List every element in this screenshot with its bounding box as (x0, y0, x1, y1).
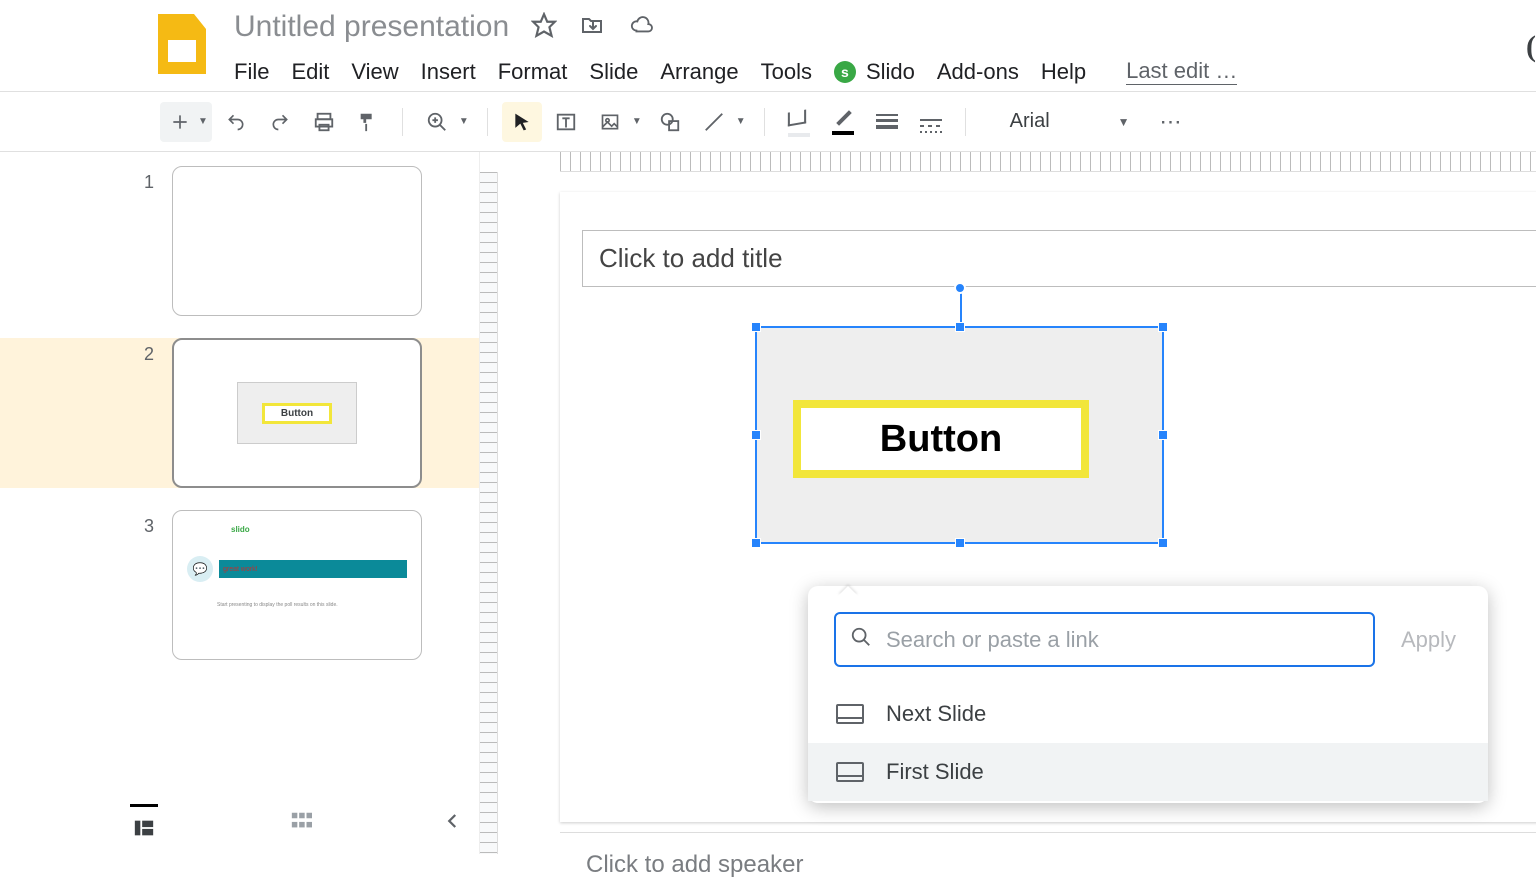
font-picker[interactable]: Arial ▼ (998, 110, 1146, 133)
more-tools-button[interactable]: ⋯ (1160, 109, 1184, 135)
font-name: Arial (1010, 110, 1050, 133)
resize-handle[interactable] (751, 538, 761, 548)
toolbar: ▼ ▼ ▼ ▼ Arial ▼ ⋯ (0, 92, 1536, 152)
menu-edit[interactable]: Edit (291, 59, 329, 85)
filmstrip-view-button[interactable] (130, 804, 158, 844)
menu-file[interactable]: File (234, 59, 269, 85)
thumb-slido-label: slido (231, 525, 407, 534)
menu-view[interactable]: View (351, 59, 398, 85)
search-icon (850, 626, 872, 653)
resize-handle[interactable] (1158, 430, 1168, 440)
chevron-down-icon[interactable]: ▼ (198, 116, 208, 127)
resize-handle[interactable] (1158, 322, 1168, 332)
cloud-status-icon[interactable] (627, 14, 655, 41)
thumb-button-label: Button (262, 403, 332, 424)
border-dash-button[interactable] (911, 102, 951, 142)
paint-format-button[interactable] (348, 102, 388, 142)
chevron-down-icon: ▼ (1118, 115, 1130, 129)
menu-tools[interactable]: Tools (761, 59, 812, 85)
chevron-down-icon[interactable]: ▼ (632, 116, 642, 127)
resize-handle[interactable] (751, 322, 761, 332)
selected-shape[interactable]: Button (755, 326, 1164, 544)
move-folder-icon[interactable] (579, 13, 605, 42)
border-color-button[interactable] (823, 102, 863, 142)
thumb-footer: Start presenting to display the poll res… (217, 602, 407, 608)
slide-icon (836, 704, 864, 724)
menu-slido[interactable]: Slido (866, 59, 915, 85)
link-option-next-slide[interactable]: Next Slide (808, 685, 1488, 743)
ruler-vertical (480, 172, 498, 854)
menu-insert[interactable]: Insert (421, 59, 476, 85)
thumbnail[interactable]: 1 (130, 166, 479, 316)
speaker-notes[interactable]: Click to add speaker (560, 832, 1536, 869)
menu-arrange[interactable]: Arrange (660, 59, 738, 85)
chat-icon: 💬 (187, 556, 213, 582)
rotate-handle[interactable] (954, 282, 966, 294)
slides-logo[interactable] (158, 14, 206, 74)
image-tool[interactable] (590, 102, 630, 142)
resize-handle[interactable] (955, 538, 965, 548)
overflow-glyph: ( (1526, 30, 1536, 64)
link-option-label: First Slide (886, 759, 984, 785)
select-tool[interactable] (502, 102, 542, 142)
link-option-first-slide[interactable]: First Slide (808, 743, 1488, 801)
doc-title[interactable]: Untitled presentation (234, 10, 509, 44)
menu-help[interactable]: Help (1041, 59, 1086, 85)
slide-number: 2 (130, 338, 154, 488)
slide-number: 3 (130, 510, 154, 660)
thumbnail[interactable]: 2 Button (0, 338, 479, 488)
border-weight-button[interactable] (867, 102, 907, 142)
resize-handle[interactable] (751, 430, 761, 440)
redo-button[interactable] (260, 102, 300, 142)
link-popup: Apply Next Slide First Slide (808, 586, 1488, 803)
thumbnail[interactable]: 3 slido 💬 great work! Start presenting to… (130, 510, 479, 660)
star-icon[interactable] (531, 12, 557, 43)
line-tool[interactable] (694, 102, 734, 142)
link-option-label: Next Slide (886, 701, 986, 727)
print-button[interactable] (304, 102, 344, 142)
slide-surface[interactable]: Click to add title Button (560, 192, 1536, 822)
new-slide-button[interactable]: ▼ (160, 102, 212, 142)
menu-slide[interactable]: Slide (589, 59, 638, 85)
last-edit-link[interactable]: Last edit … (1126, 58, 1237, 85)
chevron-down-icon[interactable]: ▼ (459, 116, 469, 127)
fill-color-button[interactable] (779, 102, 819, 142)
textbox-tool[interactable] (546, 102, 586, 142)
undo-button[interactable] (216, 102, 256, 142)
link-search-box[interactable] (834, 612, 1375, 667)
menu-format[interactable]: Format (498, 59, 568, 85)
slido-badge-icon: s (834, 61, 856, 83)
chevron-down-icon[interactable]: ▼ (736, 116, 746, 127)
shape-tool[interactable] (650, 102, 690, 142)
title-placeholder[interactable]: Click to add title (582, 230, 1536, 287)
link-search-input[interactable] (886, 627, 1359, 653)
canvas[interactable]: Click to add title Button (480, 152, 1536, 854)
slide-panel: 1 2 Button 3 slido 💬 great work! Start pr… (0, 152, 480, 854)
thumb-bar-text: great work! (219, 560, 407, 578)
slide-number: 1 (130, 166, 154, 316)
resize-handle[interactable] (1158, 538, 1168, 548)
collapse-panel-button[interactable] (444, 810, 462, 837)
button-shape-text[interactable]: Button (793, 400, 1089, 478)
menubar: File Edit View Insert Format Slide Arran… (234, 58, 1237, 85)
apply-button[interactable]: Apply (1395, 619, 1462, 661)
ruler-horizontal (560, 152, 1536, 172)
menu-addons[interactable]: Add-ons (937, 59, 1019, 85)
zoom-button[interactable] (417, 102, 457, 142)
resize-handle[interactable] (955, 322, 965, 332)
slide-icon (836, 762, 864, 782)
grid-view-button[interactable] (288, 810, 314, 837)
